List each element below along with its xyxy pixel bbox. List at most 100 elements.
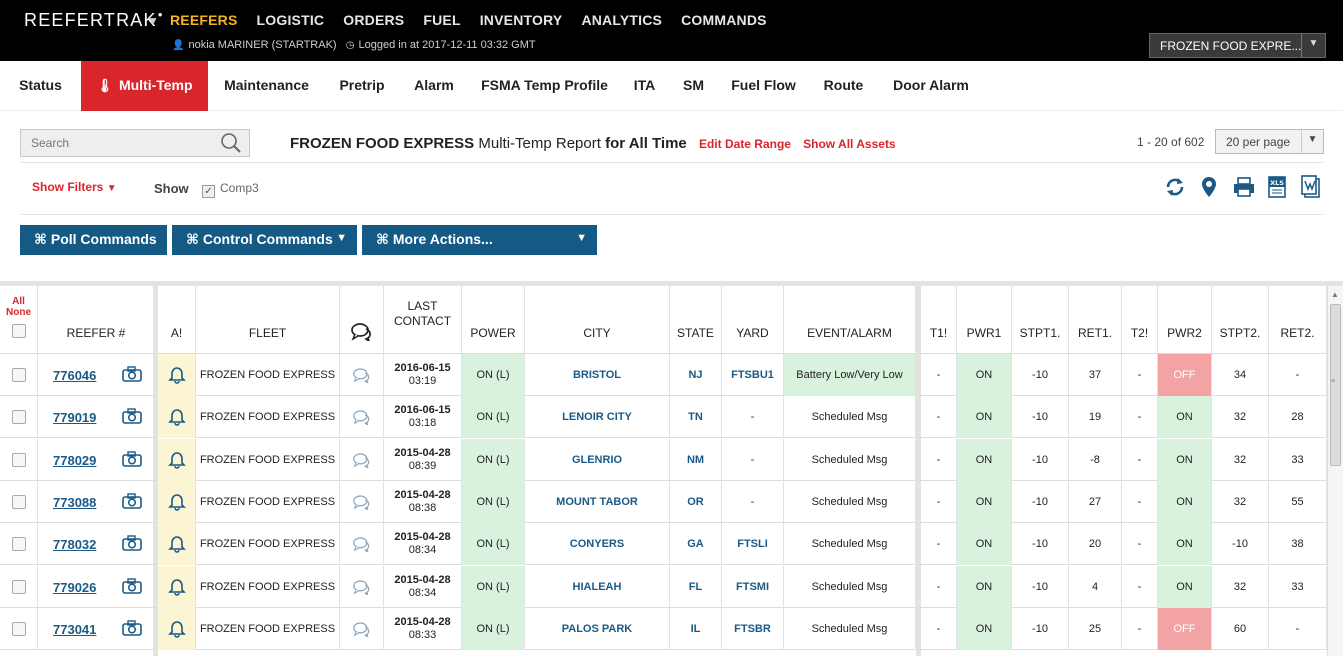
nav-item-inventory[interactable]: INVENTORY (480, 12, 563, 28)
row-checkbox[interactable] (11, 537, 26, 551)
tab-ita[interactable]: ITA (620, 61, 669, 111)
bell-icon[interactable] (167, 493, 186, 511)
column-header-city[interactable]: CITY (525, 286, 670, 354)
state-cell[interactable]: NJ (670, 354, 722, 396)
state-cell[interactable]: GA (670, 523, 722, 565)
nav-item-fuel[interactable]: FUEL (423, 12, 460, 28)
comp3-checkbox[interactable]: ✓ Comp3 (202, 181, 259, 198)
column-header-ret1[interactable]: RET1. (1069, 286, 1122, 354)
tab-fuel-flow[interactable]: Fuel Flow (718, 61, 809, 111)
search-input[interactable] (21, 130, 211, 156)
row-checkbox[interactable] (11, 453, 26, 467)
tab-alarm[interactable]: Alarm (399, 61, 469, 111)
chat-bubbles-icon[interactable] (352, 536, 371, 552)
city-cell[interactable]: PALOS PARK (525, 608, 670, 650)
select-all-checkbox[interactable] (11, 323, 26, 338)
camera-icon[interactable] (122, 407, 142, 427)
chat-bubbles-icon[interactable] (352, 494, 371, 510)
yard-cell[interactable]: FTSBR (722, 608, 784, 650)
column-header-last-contact[interactable]: LAST CONTACT (384, 286, 462, 354)
column-header-pwr1[interactable]: PWR1 (957, 286, 1012, 354)
search-icon[interactable] (219, 132, 243, 159)
nav-item-reefers[interactable]: REEFERS (170, 12, 238, 28)
excel-export-icon[interactable]: XLS (1266, 175, 1288, 199)
column-header-messages[interactable] (340, 286, 384, 354)
tab-door-alarm[interactable]: Door Alarm (878, 61, 984, 111)
bell-icon[interactable] (167, 451, 186, 469)
city-cell[interactable]: BRISTOL (525, 354, 670, 396)
refresh-icon[interactable] (1164, 175, 1186, 199)
yard-cell[interactable]: FTSLI (722, 523, 784, 565)
row-checkbox[interactable] (11, 410, 26, 424)
column-header-alarm[interactable]: A! (158, 286, 196, 354)
row-checkbox[interactable] (11, 495, 26, 509)
print-icon[interactable] (1232, 175, 1254, 199)
chat-bubbles-icon[interactable] (352, 579, 371, 595)
show-all-assets-link[interactable]: Show All Assets (803, 137, 895, 151)
chat-bubbles-icon[interactable] (352, 452, 371, 468)
camera-icon[interactable] (122, 534, 142, 554)
column-header-pwr2[interactable]: PWR2 (1158, 286, 1212, 354)
column-header-stpt1[interactable]: STPT1. (1012, 286, 1069, 354)
state-cell[interactable]: FL (670, 566, 722, 608)
checkbox-checked-icon[interactable]: ✓ (202, 185, 215, 198)
reefer-id-link[interactable]: 778032 (53, 537, 96, 552)
reefer-id-link[interactable]: 773041 (53, 622, 96, 637)
camera-icon[interactable] (122, 450, 142, 470)
city-cell[interactable]: LENOIR CITY (525, 396, 670, 438)
column-header-t1[interactable]: T1! (921, 286, 957, 354)
column-header-power[interactable]: POWER (462, 286, 525, 354)
row-checkbox[interactable] (11, 580, 26, 594)
column-header-stpt2[interactable]: STPT2. (1212, 286, 1269, 354)
brand-logo[interactable]: REEFERTRAK● (24, 10, 164, 31)
chevron-down-icon[interactable]: ▼ (147, 14, 159, 28)
bell-icon[interactable] (167, 535, 186, 553)
camera-icon[interactable] (122, 365, 142, 385)
chevron-down-icon[interactable]: ▼ (1301, 130, 1323, 153)
show-filters-toggle[interactable]: Show Filters ▼ (32, 180, 117, 194)
scroll-up-icon[interactable]: ▲ (1331, 290, 1339, 299)
reefer-id-link[interactable]: 773088 (53, 495, 96, 510)
reefer-id-link[interactable]: 779026 (53, 580, 96, 595)
chat-bubbles-icon[interactable] (352, 621, 371, 637)
control-commands-button[interactable]: ⌘ Control Commands ▼ (172, 225, 357, 255)
nav-item-logistic[interactable]: LOGISTIC (257, 12, 325, 28)
column-header-t2[interactable]: T2! (1122, 286, 1158, 354)
map-pin-icon[interactable] (1198, 175, 1220, 199)
vertical-scrollbar[interactable]: ▲ ≡ (1327, 286, 1343, 656)
camera-icon[interactable] (122, 492, 142, 512)
reefer-id-link[interactable]: 779019 (53, 410, 96, 425)
nav-item-commands[interactable]: COMMANDS (681, 12, 767, 28)
row-checkbox[interactable] (11, 622, 26, 636)
chat-bubbles-icon[interactable] (352, 367, 371, 383)
document-export-icon[interactable] (1300, 175, 1322, 199)
tab-sm[interactable]: SM (669, 61, 718, 111)
column-header-yard[interactable]: YARD (722, 286, 784, 354)
tab-maintenance[interactable]: Maintenance (208, 61, 325, 111)
tab-status[interactable]: Status (0, 61, 81, 111)
scrollbar-thumb[interactable] (1330, 304, 1341, 466)
column-header-state[interactable]: STATE (670, 286, 722, 354)
poll-commands-button[interactable]: ⌘ Poll Commands (20, 225, 167, 255)
state-cell[interactable]: NM (670, 439, 722, 481)
account-select[interactable]: FROZEN FOOD EXPRE... ▼ (1149, 33, 1326, 58)
select-none-link[interactable]: None (6, 307, 31, 318)
column-header-fleet[interactable]: FLEET (196, 286, 340, 354)
column-header-reefer[interactable]: REEFER # (38, 286, 155, 354)
column-header-event[interactable]: EVENT/ALARM (784, 286, 916, 354)
camera-icon[interactable] (122, 619, 142, 639)
nav-item-orders[interactable]: ORDERS (343, 12, 404, 28)
nav-item-analytics[interactable]: ANALYTICS (581, 12, 662, 28)
city-cell[interactable]: MOUNT TABOR (525, 481, 670, 523)
bell-icon[interactable] (167, 620, 186, 638)
yard-cell[interactable]: FTSBU1 (722, 354, 784, 396)
tab-fsma-temp-profile[interactable]: FSMA Temp Profile (469, 61, 620, 111)
tab-pretrip[interactable]: Pretrip (325, 61, 399, 111)
select-all-link[interactable]: All (12, 296, 25, 307)
edit-date-range-link[interactable]: Edit Date Range (699, 137, 791, 151)
city-cell[interactable]: GLENRIO (525, 439, 670, 481)
row-checkbox[interactable] (11, 368, 26, 382)
tab-route[interactable]: Route (809, 61, 878, 111)
reefer-id-link[interactable]: 776046 (53, 368, 96, 383)
city-cell[interactable]: HIALEAH (525, 566, 670, 608)
